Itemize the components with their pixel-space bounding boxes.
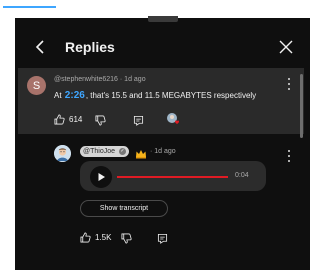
comment-author[interactable]: @stephenwhite6216 (54, 76, 118, 83)
comment-text: At 2:26, that's 15.5 and 11.5 MEGABYTES … (54, 90, 256, 102)
reply-reply-button[interactable] (157, 231, 168, 245)
thumbs-down-icon (95, 115, 106, 125)
like-button[interactable] (54, 114, 65, 125)
close-icon (279, 40, 293, 54)
thumbs-up-icon (80, 232, 91, 242)
reply-age: 1d ago (154, 148, 176, 155)
like-count: 614 (69, 114, 83, 124)
comment-text-prefix: At (54, 91, 62, 100)
avatar-face-icon (54, 145, 71, 162)
reply-like-button[interactable] (80, 232, 91, 243)
avatar[interactable]: S (27, 76, 46, 95)
comment-icon (133, 115, 144, 126)
reply-like-count: 1.5K (95, 232, 112, 242)
back-button[interactable] (30, 37, 50, 57)
more-options-button[interactable] (286, 78, 292, 90)
creator-heart-icon (167, 113, 179, 124)
comment-age: 1d ago (124, 76, 146, 83)
chevron-left-icon (35, 40, 44, 54)
drag-handle[interactable] (148, 16, 178, 22)
play-icon (98, 173, 105, 181)
page-title: Replies (65, 39, 115, 55)
replies-header: Replies (15, 30, 310, 64)
thumbs-up-icon (54, 114, 65, 124)
thumbs-down-icon (121, 233, 132, 243)
dislike-button[interactable] (95, 113, 106, 127)
voice-duration: 0:04 (235, 172, 249, 179)
creator-heart-badge (166, 112, 180, 126)
reply-more-options-button[interactable] (286, 150, 292, 162)
comment-text-suffix: , that's 15.5 and 11.5 MEGABYTES respect… (85, 91, 257, 100)
comment-icon (157, 233, 168, 244)
top-link-underline (3, 6, 56, 8)
reply-actions: 1.5K (80, 230, 111, 244)
reply-button[interactable] (133, 113, 144, 127)
reply-dislike-button[interactable] (121, 231, 132, 245)
show-transcript-button[interactable]: Show transcript (80, 200, 168, 217)
comment-actions: 614 (54, 112, 82, 126)
play-button[interactable] (90, 166, 112, 188)
timestamp-link[interactable]: 2:26 (64, 90, 86, 101)
playback-progress-bar[interactable] (117, 176, 228, 178)
close-button[interactable] (277, 38, 295, 56)
scrollbar[interactable] (300, 74, 303, 138)
comment-meta: @stephenwhite6216 · 1d ago (54, 76, 146, 83)
verified-check-icon: ✓ (119, 148, 126, 155)
reply-avatar[interactable] (54, 145, 71, 162)
reply-meta: · 1d ago (150, 148, 176, 155)
